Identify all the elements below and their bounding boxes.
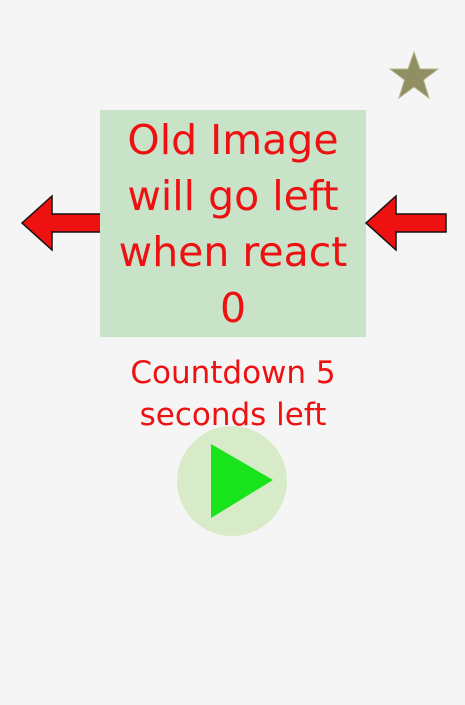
countdown-text: Countdown 5 seconds left [130,355,336,433]
play-icon [211,444,273,518]
image-card: Old Image will go left when react 0 [100,110,366,337]
star-icon[interactable] [388,50,440,100]
arrow-right-icon[interactable] [364,194,448,252]
card-text: Old Image will go left when react 0 [118,115,348,332]
screen: Old Image will go left when react 0 Coun… [0,0,465,705]
arrow-left-icon[interactable] [20,194,104,252]
play-button[interactable] [177,426,287,536]
